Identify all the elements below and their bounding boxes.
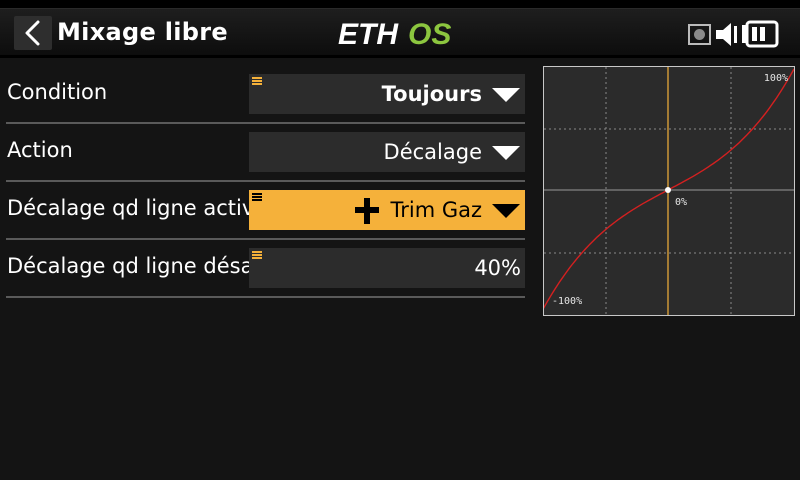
dropdown-arrow-icon: [492, 88, 520, 102]
curve-graph: 100% 0% -100%: [543, 66, 795, 316]
battery-icon: [742, 20, 779, 48]
row-divider: [6, 238, 525, 240]
offset-active-value: Trim Gaz: [390, 198, 482, 222]
ethos-logo: ETH OS: [338, 18, 451, 48]
action-dropdown[interactable]: Décalage: [249, 132, 525, 172]
condition-value: Toujours: [381, 82, 482, 106]
sd-card-icon: [688, 24, 711, 45]
row-divider: [6, 180, 525, 182]
back-button[interactable]: [14, 16, 52, 50]
row-divider: [6, 296, 525, 298]
graph-label-center: 0%: [675, 197, 688, 208]
trim-cross-icon: [355, 198, 379, 224]
row-offset-active-label: Décalage qd ligne activée: [7, 196, 249, 220]
offset-inactive-field[interactable]: 40%: [249, 248, 525, 288]
condition-dropdown[interactable]: Toujours: [249, 74, 525, 114]
action-value: Décalage: [383, 140, 482, 164]
page-title: Mixage libre: [57, 18, 228, 46]
dropdown-arrow-icon: [492, 146, 520, 160]
graph-label-top: 100%: [763, 73, 788, 84]
offset-active-dropdown[interactable]: Trim Gaz: [249, 190, 525, 230]
graph-label-bottom: -100%: [552, 296, 583, 307]
row-action-label: Action: [7, 138, 73, 162]
status-icons: [688, 20, 798, 52]
offset-inactive-value: 40%: [474, 256, 521, 280]
logo-text-os: OS: [408, 18, 451, 48]
header-bar: Mixage libre ETH OS: [0, 0, 800, 58]
row-offset-inactive-label: Décalage qd ligne désactivée: [7, 254, 249, 278]
dropdown-arrow-icon: [492, 204, 520, 218]
back-chevron-icon: [25, 20, 40, 46]
row-condition-label: Condition: [7, 80, 108, 104]
row-divider: [6, 122, 525, 124]
edit-marker-icon: [252, 251, 262, 259]
graph-cursor-point: [665, 187, 671, 193]
speaker-icon: [716, 23, 737, 46]
edit-marker-icon: [252, 77, 262, 85]
logo-text-eth: ETH: [338, 18, 399, 48]
edit-marker-icon: [252, 193, 262, 201]
